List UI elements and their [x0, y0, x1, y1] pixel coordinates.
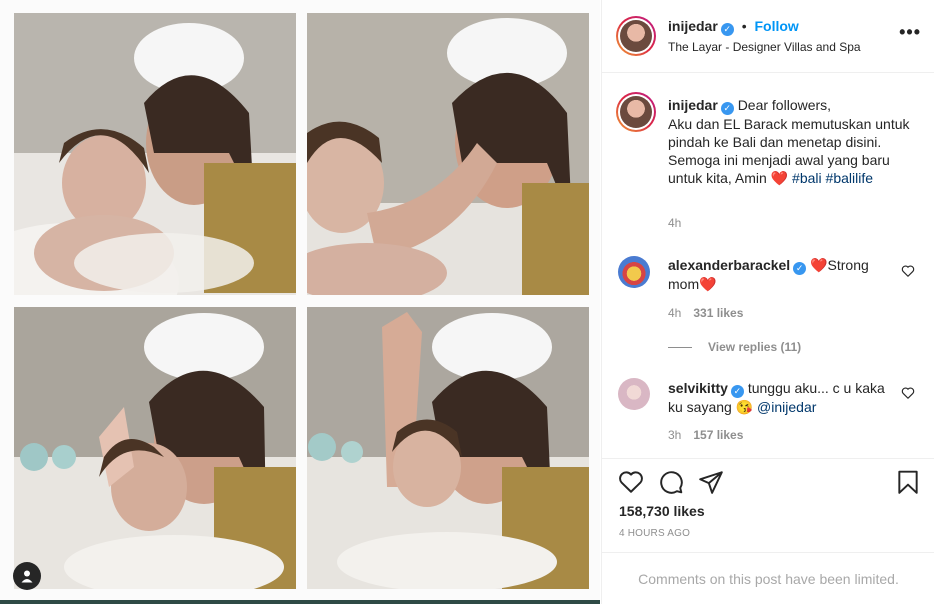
collage-photo-1: [14, 13, 296, 295]
comment-avatar[interactable]: [618, 256, 650, 288]
comment-username[interactable]: alexanderbarackel: [668, 257, 790, 273]
heart-emoji: ❤️: [770, 170, 789, 186]
comment-like-heart-icon[interactable]: [901, 386, 915, 400]
action-bar: [602, 458, 934, 504]
post-header: inijedar ✓ • Follow The Layar - Designer …: [602, 0, 934, 73]
comment-timestamp[interactable]: 4h: [668, 306, 681, 320]
comment-text: alexanderbarackel ✓ ❤️Strong mom❤️: [668, 256, 898, 293]
caption-avatar[interactable]: [616, 92, 656, 132]
post-media[interactable]: [0, 0, 600, 604]
separator-dot: •: [741, 18, 747, 34]
heart-icon[interactable]: [618, 469, 644, 495]
caption-line-2: Aku dan EL Barack memutuskan untuk pinda…: [668, 116, 910, 186]
follow-button[interactable]: Follow: [754, 18, 798, 34]
bookmark-icon[interactable]: [895, 469, 921, 495]
comment-username[interactable]: selvikitty: [668, 380, 728, 396]
caption-timestamp[interactable]: 4h: [668, 216, 681, 230]
comments-limited-notice: Comments on this post have been limited.: [602, 552, 934, 604]
share-icon[interactable]: [698, 469, 724, 495]
photo-collage: [0, 0, 600, 600]
comment-text: selvikitty ✓ tunggu aku... c u kaka ku sa…: [668, 379, 898, 416]
kiss-emoji: 😘: [735, 399, 754, 415]
mention-link[interactable]: @inijedar: [757, 399, 816, 415]
comment-icon[interactable]: [658, 469, 684, 495]
collage-photo-3: [14, 307, 296, 589]
user-tag-icon[interactable]: [13, 562, 41, 590]
heart-emoji: ❤️: [699, 276, 717, 292]
comment-likes[interactable]: 331 likes: [693, 306, 743, 320]
collage-photo-4: [307, 307, 589, 589]
hashtag-balilife[interactable]: #balilife: [826, 170, 873, 186]
comment-timestamp[interactable]: 3h: [668, 428, 681, 442]
replies-divider: [668, 346, 692, 348]
verified-icon: ✓: [793, 262, 807, 275]
comment-like-heart-icon[interactable]: [901, 264, 915, 278]
post-sidebar: inijedar ✓ • Follow The Layar - Designer …: [601, 0, 934, 604]
view-replies-button[interactable]: View replies (11): [668, 340, 801, 354]
view-replies-label: View replies (11): [708, 340, 802, 354]
author-avatar[interactable]: [616, 16, 656, 56]
comment-avatar[interactable]: [618, 378, 650, 410]
comments-section: inijedar ✓ Dear followers, Aku dan EL Bar…: [602, 74, 934, 458]
like-count[interactable]: 158,730 likes: [619, 503, 705, 519]
caption-text: inijedar ✓ Dear followers, Aku dan EL Bar…: [668, 96, 916, 187]
comment-likes[interactable]: 157 likes: [693, 428, 743, 442]
caption-line-1: Dear followers,: [737, 97, 832, 113]
post-timestamp[interactable]: 4 HOURS AGO: [619, 528, 690, 539]
comment-meta: 3h 157 likes: [668, 428, 743, 442]
hashtag-bali[interactable]: #bali: [792, 170, 822, 186]
author-line: inijedar ✓ • Follow: [668, 18, 799, 36]
verified-icon: ✓: [720, 102, 734, 115]
caption-username[interactable]: inijedar: [668, 97, 718, 113]
location-link[interactable]: The Layar - Designer Villas and Spa: [668, 40, 861, 54]
more-options-icon[interactable]: •••: [899, 22, 921, 43]
comment-meta: 4h 331 likes: [668, 306, 743, 320]
verified-icon: ✓: [730, 385, 744, 398]
author-username[interactable]: inijedar: [668, 18, 718, 34]
media-bottom-strip: [0, 600, 600, 604]
collage-photo-2: [307, 13, 589, 295]
verified-icon: ✓: [720, 23, 734, 36]
